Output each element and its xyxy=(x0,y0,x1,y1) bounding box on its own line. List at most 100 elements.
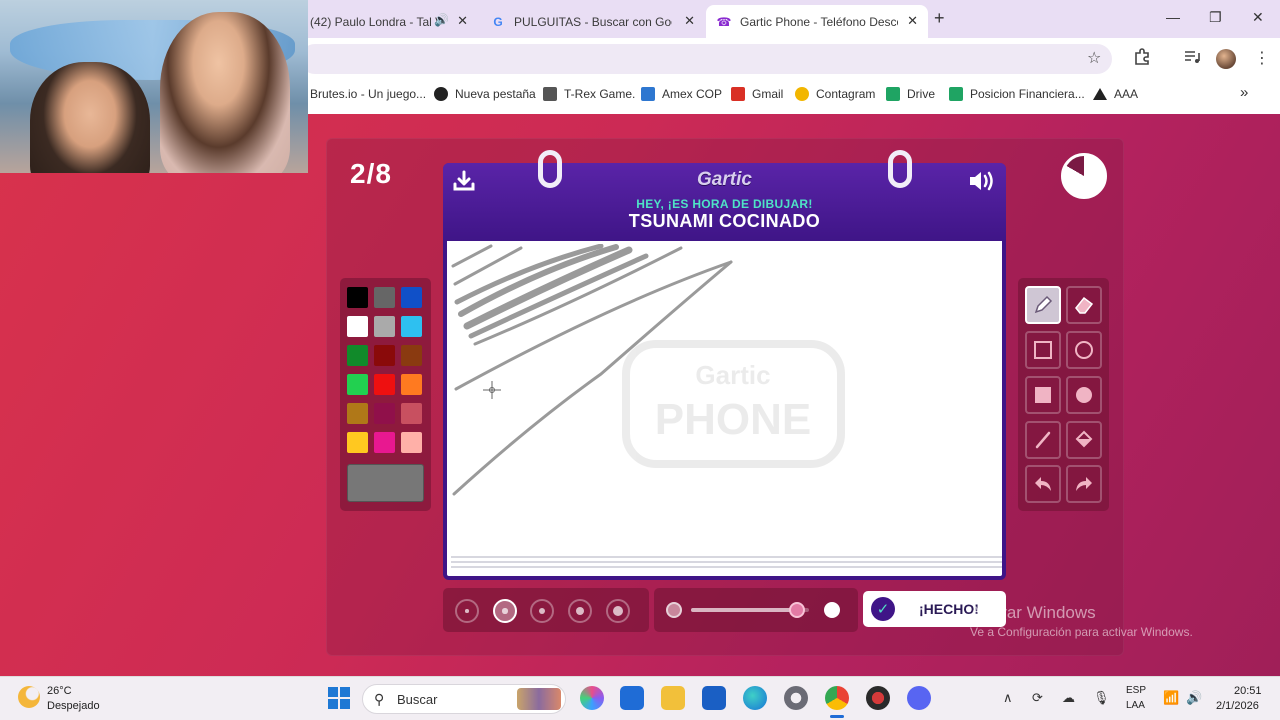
extensions-icon[interactable] xyxy=(1133,48,1151,71)
windows-taskbar: 26°C Despejado ⚲ Buscar ∧ ⟳ ☁ 🎙 ESP LAA … xyxy=(0,676,1280,720)
keyboard-layout[interactable]: LAA xyxy=(1126,700,1145,711)
bookmark-amex[interactable]: Amex COP xyxy=(641,87,722,101)
clock-time[interactable]: 20:51 xyxy=(1234,685,1262,697)
brush-size-button[interactable] xyxy=(530,599,554,623)
bucket-tool[interactable] xyxy=(1066,421,1102,459)
color-swatch[interactable] xyxy=(374,432,395,453)
close-tab-icon[interactable]: ✕ xyxy=(457,13,468,29)
bookmark-label: AAA xyxy=(1114,87,1139,101)
bookmark-trex[interactable]: T-Rex Game. xyxy=(543,87,635,101)
wifi-icon[interactable]: 📶 xyxy=(1163,690,1179,706)
color-swatch[interactable] xyxy=(374,374,395,395)
aaa-icon xyxy=(1093,88,1107,100)
close-window-button[interactable]: ✕ xyxy=(1252,9,1264,26)
opacity-slider[interactable] xyxy=(654,588,858,632)
drawing-canvas[interactable]: Gartic PHONE xyxy=(443,241,1006,580)
close-tab-icon[interactable]: ✕ xyxy=(684,13,695,29)
ellipse-filled-tool[interactable] xyxy=(1066,376,1102,414)
file-explorer-icon[interactable] xyxy=(661,686,685,710)
bookmark-drive[interactable]: Drive xyxy=(886,87,935,101)
outlook-icon[interactable] xyxy=(620,686,644,710)
bookmark-label: T-Rex Game. xyxy=(564,87,636,101)
line-tool[interactable] xyxy=(1025,421,1061,459)
minimize-button[interactable]: — xyxy=(1166,9,1180,25)
ellipse-outline-tool[interactable] xyxy=(1066,331,1102,369)
settings-gear-icon[interactable] xyxy=(784,686,808,710)
pencil-tool[interactable] xyxy=(1025,286,1061,324)
brush-size-button[interactable] xyxy=(568,599,592,623)
bookmark-posicion-financiera[interactable]: Posicion Financiera... xyxy=(949,87,1085,101)
color-swatch[interactable] xyxy=(347,345,368,366)
moon-icon[interactable] xyxy=(18,686,40,708)
color-swatch[interactable] xyxy=(401,374,422,395)
color-swatch[interactable] xyxy=(401,316,422,337)
new-tab-button[interactable]: + xyxy=(934,8,945,29)
discord-icon[interactable] xyxy=(907,686,931,710)
color-swatch[interactable] xyxy=(374,287,395,308)
rectangle-outline-tool[interactable] xyxy=(1025,331,1061,369)
color-swatch[interactable] xyxy=(347,316,368,337)
webcam-person-right xyxy=(160,12,290,173)
color-swatch[interactable] xyxy=(347,432,368,453)
gartic-phone-watermark: Gartic PHONE xyxy=(622,340,845,468)
color-swatch[interactable] xyxy=(347,403,368,424)
sync-icon[interactable]: ⟳ xyxy=(1032,690,1043,706)
bookmark-new-tab[interactable]: Nueva pestaña xyxy=(434,87,536,101)
bookmark-contagram[interactable]: Contagram xyxy=(795,87,875,101)
download-button[interactable] xyxy=(453,170,475,192)
media-controls-icon[interactable] xyxy=(1183,48,1201,71)
color-swatch[interactable] xyxy=(401,287,422,308)
taskbar-search[interactable]: ⚲ Buscar xyxy=(362,684,566,714)
language-code[interactable]: ESP xyxy=(1126,685,1146,696)
windows-start-icon[interactable] xyxy=(328,687,350,709)
color-swatch[interactable] xyxy=(401,345,422,366)
redo-button[interactable] xyxy=(1066,465,1102,503)
bookmark-gmail[interactable]: Gmail xyxy=(731,87,783,101)
slider-thumb[interactable] xyxy=(789,602,806,618)
bookmark-aaa[interactable]: AAA xyxy=(1093,87,1138,101)
chrome-icon[interactable] xyxy=(825,686,849,710)
color-swatch[interactable] xyxy=(401,432,422,453)
close-tab-icon[interactable]: ✕ xyxy=(907,13,918,29)
sound-icon[interactable]: 🔊 xyxy=(434,13,449,27)
canvas-surface[interactable]: Gartic PHONE xyxy=(451,243,1002,556)
color-swatch[interactable] xyxy=(374,403,395,424)
weather-temperature[interactable]: 26°C xyxy=(47,685,72,697)
tab-google-search[interactable]: G PULGUITAS - Buscar con Googl ✕ xyxy=(480,5,705,38)
more-bookmarks-button[interactable]: » xyxy=(1240,84,1248,101)
edge-icon[interactable] xyxy=(743,686,767,710)
color-swatch[interactable] xyxy=(401,403,422,424)
color-swatch[interactable] xyxy=(347,374,368,395)
bookmark-star-icon[interactable]: ☆ xyxy=(1087,48,1101,68)
tab-music[interactable]: (42) Paulo Londra - Tal Ve 🔊 ✕ xyxy=(300,5,478,38)
restore-button[interactable]: ❐ xyxy=(1209,9,1222,26)
volume-icon[interactable]: 🔊 xyxy=(1186,690,1202,706)
color-swatch[interactable] xyxy=(347,287,368,308)
brush-size-button[interactable] xyxy=(493,599,517,623)
store-icon[interactable] xyxy=(702,686,726,710)
brush-size-button[interactable] xyxy=(606,599,630,623)
eraser-tool[interactable] xyxy=(1066,286,1102,324)
color-swatch[interactable] xyxy=(374,316,395,337)
obs-icon[interactable] xyxy=(866,686,890,710)
cloud-icon[interactable]: ☁ xyxy=(1062,690,1075,706)
tray-overflow-icon[interactable]: ∧ xyxy=(1003,690,1013,706)
color-swatch[interactable] xyxy=(374,345,395,366)
tab-gartic-phone[interactable]: ☎ Gartic Phone - Teléfono Descon ✕ xyxy=(706,5,928,38)
rectangle-filled-tool[interactable] xyxy=(1025,376,1061,414)
address-bar[interactable] xyxy=(300,44,1112,74)
brush-size-button[interactable] xyxy=(455,599,479,623)
line-icon xyxy=(1035,431,1051,449)
microphone-icon[interactable]: 🎙 xyxy=(1093,690,1110,706)
sound-button[interactable] xyxy=(968,170,996,192)
clock-date[interactable]: 2/1/2026 xyxy=(1216,700,1259,712)
menu-icon[interactable]: ⋮ xyxy=(1254,48,1270,68)
profile-avatar[interactable] xyxy=(1216,49,1236,69)
undo-button[interactable] xyxy=(1025,465,1061,503)
weather-description[interactable]: Despejado xyxy=(47,700,100,712)
copilot-icon[interactable] xyxy=(580,686,604,710)
watermark-text-top: Gartic xyxy=(695,360,770,390)
brush-size-dot xyxy=(538,607,546,615)
brush-size-dot xyxy=(613,606,623,616)
bookmark-brutes[interactable]: Brutes.io - Un juego... xyxy=(310,87,426,101)
